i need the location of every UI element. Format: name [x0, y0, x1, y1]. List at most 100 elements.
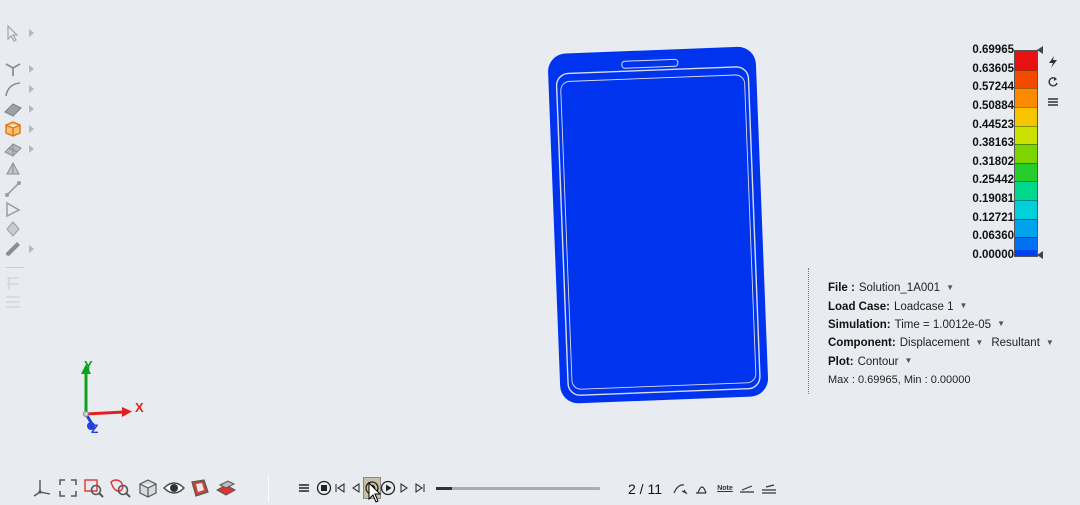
- axis-triad[interactable]: Y X Z: [72, 356, 152, 436]
- mesh-2d-tool[interactable]: [3, 140, 34, 158]
- select-tool[interactable]: [3, 24, 34, 42]
- legend-swatch: [1015, 88, 1037, 108]
- simulation-row[interactable]: Simulation: Time = 1.0012e-05 ▼: [828, 316, 1078, 334]
- pencil-tool[interactable]: [3, 240, 34, 258]
- triad-toggle-button[interactable]: [30, 476, 54, 500]
- legend-color-bar: [1014, 50, 1038, 257]
- lightning-icon[interactable]: [1044, 52, 1062, 72]
- curve-tools: Note: [670, 478, 780, 498]
- view-cube-button[interactable]: [136, 476, 160, 500]
- curve-parallel-icon: [762, 484, 776, 494]
- render-mode-button[interactable]: [214, 476, 238, 500]
- note-button[interactable]: Note: [714, 478, 736, 498]
- axes-icon: [33, 480, 51, 497]
- zoom-window-button[interactable]: [82, 476, 106, 500]
- legend-tick: [1015, 218, 1037, 220]
- legend-swatch: [1015, 250, 1037, 256]
- table-icon: [6, 296, 20, 308]
- disabled-tool-1: [3, 274, 33, 292]
- curve-tool[interactable]: [3, 80, 34, 98]
- legend-swatch: [1015, 106, 1037, 127]
- curve-tool-4-button[interactable]: [736, 478, 758, 498]
- mesh-3d-tool[interactable]: [3, 160, 33, 178]
- skip-back-icon: [335, 482, 345, 494]
- simulation-value: Time = 1.0012e-05: [894, 318, 992, 331]
- reset-icon[interactable]: [1044, 72, 1062, 92]
- plot-value: Contour: [857, 355, 899, 368]
- surface-icon: [4, 103, 22, 117]
- component-value: Displacement: [899, 337, 970, 350]
- triangle-icon: [6, 201, 21, 218]
- visibility-button[interactable]: [162, 476, 186, 500]
- menu-icon: [299, 484, 309, 492]
- plot-row[interactable]: Plot: Contour ▼: [828, 353, 1078, 371]
- animation-slider-fill: [436, 486, 453, 490]
- skip-forward-icon: [415, 482, 425, 494]
- file-value: Solution_1A001: [858, 282, 941, 295]
- legend-tick: [1015, 106, 1037, 108]
- chevron-down-icon[interactable]: ▼: [946, 283, 954, 292]
- next-frame-button[interactable]: [396, 478, 412, 498]
- file-row[interactable]: File : Solution_1A001 ▼: [828, 279, 1078, 297]
- first-frame-button[interactable]: [332, 478, 348, 498]
- chevron-down-icon[interactable]: ▼: [1046, 338, 1054, 347]
- animation-slider[interactable]: [436, 486, 600, 490]
- chevron-down-icon[interactable]: ▼: [997, 319, 1005, 328]
- curve-tool-1-button[interactable]: [670, 478, 692, 498]
- bottom-bar-separator: [268, 476, 269, 502]
- play-button[interactable]: [380, 478, 396, 498]
- mouse-cursor-icon: [368, 482, 382, 503]
- curve-pointer-icon: [673, 484, 688, 495]
- cube-view-icon: [139, 479, 157, 498]
- chevron-down-icon[interactable]: ▼: [959, 301, 967, 310]
- z-axis-label: Z: [91, 422, 98, 436]
- menu-icon[interactable]: [1044, 92, 1062, 112]
- legend-side-icons: [1044, 52, 1062, 112]
- curve-tool-2-button[interactable]: [692, 478, 714, 498]
- legend-tick: [1015, 144, 1037, 146]
- component-sub-value: Resultant: [991, 337, 1040, 350]
- legend-value-label: 0.25442: [972, 174, 1014, 187]
- legend-value-label: 0.38163: [972, 137, 1014, 150]
- shading-icon: [191, 479, 209, 497]
- cursor-icon: [7, 24, 19, 42]
- zoom-select-button[interactable]: [108, 476, 132, 500]
- solid-tool[interactable]: [3, 120, 34, 138]
- chevron-down-icon[interactable]: ▼: [975, 338, 983, 347]
- loadcase-row[interactable]: Load Case: Loadcase 1 ▼: [828, 297, 1078, 315]
- stop-button[interactable]: [316, 478, 332, 498]
- step-back-icon: [352, 482, 360, 494]
- property-tool[interactable]: [3, 220, 33, 238]
- component-row[interactable]: Component: Displacement ▼ Resultant ▼: [828, 334, 1078, 352]
- point-tool[interactable]: [3, 60, 34, 78]
- legend-tick: [1015, 200, 1037, 202]
- fit-view-button[interactable]: [56, 476, 80, 500]
- animation-menu-button[interactable]: [296, 478, 312, 498]
- tetra-icon: [6, 161, 20, 175]
- render-icon: [215, 480, 237, 496]
- contour-model[interactable]: [548, 44, 773, 404]
- toolbar-separator: [6, 267, 24, 268]
- legend-value-label: 0.57244: [972, 81, 1014, 94]
- disabled-tool-2: [3, 292, 33, 310]
- previous-frame-button[interactable]: [348, 478, 364, 498]
- element-tool[interactable]: [3, 200, 33, 218]
- shading-mode-button[interactable]: [188, 476, 212, 500]
- curve-tool-5-button[interactable]: [758, 478, 780, 498]
- connector-icon: [5, 181, 21, 197]
- surface-tool[interactable]: [3, 100, 34, 118]
- file-label: File :: [828, 282, 855, 295]
- connector-tool[interactable]: [3, 180, 33, 198]
- legend-swatch: [1015, 162, 1037, 182]
- last-frame-button[interactable]: [412, 478, 428, 498]
- legend-tick: [1015, 181, 1037, 183]
- x-axis-label: X: [135, 400, 144, 415]
- node-icon: [5, 63, 21, 76]
- frame-counter: 2 / 11: [628, 481, 662, 497]
- component-label: Component:: [828, 337, 896, 350]
- chevron-down-icon[interactable]: ▼: [904, 356, 912, 365]
- legend-value-label: 0.19081: [972, 193, 1014, 206]
- bottom-toolbar: 2 / 11 Note: [0, 472, 1080, 504]
- contour-legend[interactable]: 0.69965 0.63605 0.57244 0.50884 0.44523 0.381…: [950, 44, 1050, 264]
- legend-tick: [1015, 69, 1037, 71]
